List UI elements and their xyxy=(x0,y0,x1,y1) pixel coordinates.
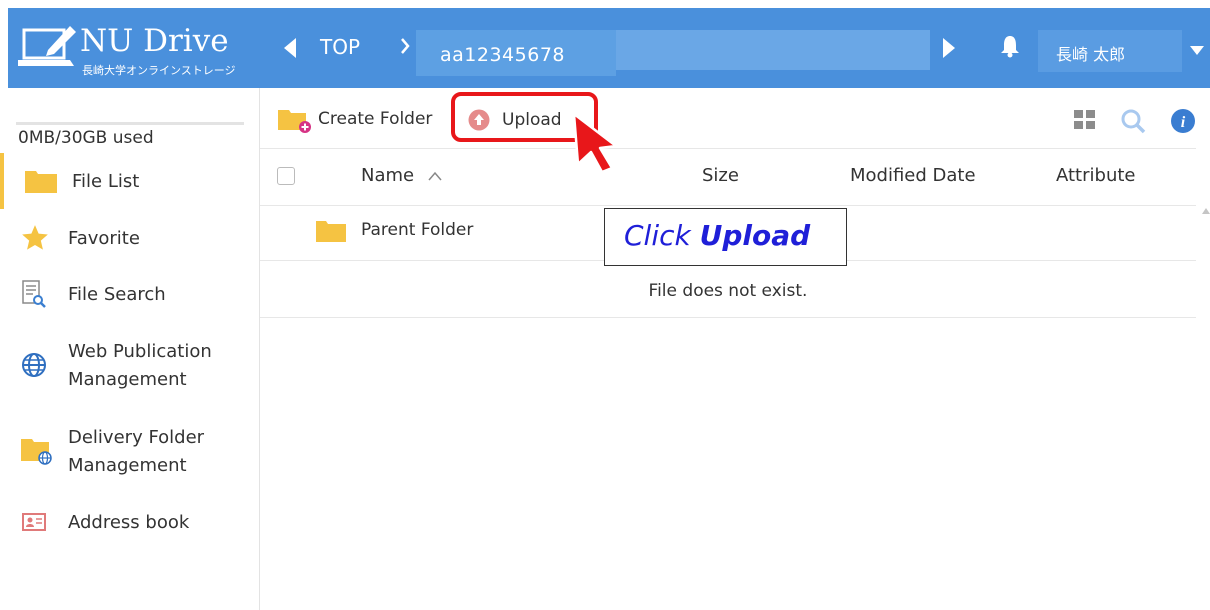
breadcrumb-current-text: aa12345678 xyxy=(440,44,565,66)
column-attribute[interactable]: Attribute xyxy=(1056,165,1135,186)
app-logo[interactable]: NU Drive 長崎大学オンラインストレージ xyxy=(8,8,264,88)
back-arrow-icon[interactable] xyxy=(284,38,296,58)
sidebar-item-label-line2: Management xyxy=(68,369,187,390)
sidebar-item-label-line1: Web Publication xyxy=(68,341,212,362)
logo-title: NU Drive xyxy=(80,23,229,59)
sidebar-item-label: Favorite xyxy=(68,227,140,249)
scroll-up-arrow-icon[interactable] xyxy=(1202,208,1210,214)
laptop-pen-icon xyxy=(18,26,76,66)
sidebar-item-web-publication[interactable]: Web Publication Management xyxy=(8,334,258,396)
column-name[interactable]: Name xyxy=(361,165,442,186)
user-menu-button[interactable]: 長崎 太郎 xyxy=(1038,30,1182,72)
forward-arrow-icon[interactable] xyxy=(943,38,955,58)
sidebar-item-delivery-folder[interactable]: Delivery Folder Management xyxy=(8,420,258,482)
sidebar-item-file-list[interactable]: File List xyxy=(0,153,262,209)
svg-text:i: i xyxy=(1181,114,1186,131)
address-book-icon xyxy=(22,513,46,531)
empty-state-row: File does not exist. xyxy=(260,261,1196,318)
create-folder-label: Create Folder xyxy=(318,109,433,129)
caret-down-icon[interactable] xyxy=(1190,46,1204,55)
sidebar-item-label-line1: Delivery Folder xyxy=(68,427,205,448)
chevron-right-icon xyxy=(401,38,410,54)
star-icon xyxy=(22,225,48,250)
globe-icon xyxy=(22,353,46,377)
create-folder-icon xyxy=(278,110,311,133)
select-all-checkbox[interactable] xyxy=(277,167,295,185)
breadcrumb-current[interactable]: aa12345678 xyxy=(416,30,616,76)
callout-text: Click Upload xyxy=(624,219,811,252)
column-modified-date[interactable]: Modified Date xyxy=(850,165,976,186)
pointer-arrow-icon xyxy=(572,112,618,174)
table-header: Name Size Modified Date Attribute xyxy=(260,148,1196,206)
empty-message: File does not exist. xyxy=(648,281,808,301)
column-size[interactable]: Size xyxy=(702,165,739,186)
sidebar-item-label: Address book xyxy=(68,511,190,533)
sidebar-item-label-line2: Management xyxy=(68,455,187,476)
parent-folder-label: Parent Folder xyxy=(361,220,474,240)
user-name: 長崎 太郎 xyxy=(1056,45,1126,64)
sidebar: 0MB/30GB used File List Favorite File Se… xyxy=(0,88,260,610)
sidebar-item-label: File Search xyxy=(68,283,166,305)
quota-text: 0MB/30GB used xyxy=(18,128,154,148)
folder-icon xyxy=(316,221,346,242)
breadcrumb-top[interactable]: TOP xyxy=(320,35,360,59)
quota-bar xyxy=(16,122,244,125)
search-icon[interactable] xyxy=(1120,108,1146,134)
bell-icon[interactable] xyxy=(1000,34,1020,58)
folder-icon xyxy=(25,171,57,193)
callout-emphasis: Upload xyxy=(699,219,811,252)
instruction-callout: Click Upload xyxy=(604,208,847,266)
app-header: NU Drive 長崎大学オンラインストレージ TOP aa12345678 長… xyxy=(8,8,1210,88)
sidebar-item-file-search[interactable]: File Search xyxy=(8,274,258,314)
toolbar: Create Folder Upload xyxy=(260,88,1210,148)
sidebar-item-favorite[interactable]: Favorite xyxy=(8,218,258,258)
delivery-folder-icon xyxy=(21,439,52,465)
breadcrumb-current-bar: aa12345678 xyxy=(416,30,930,76)
grid-view-icon[interactable] xyxy=(1074,110,1096,130)
sort-ascending-icon xyxy=(428,171,442,181)
logo-subtitle: 長崎大学オンラインストレージ xyxy=(82,64,236,77)
sidebar-item-address-book[interactable]: Address book xyxy=(8,502,258,542)
info-icon[interactable]: i xyxy=(1170,108,1196,134)
sidebar-item-label: File List xyxy=(72,170,140,192)
file-search-icon xyxy=(22,280,46,308)
create-folder-button[interactable]: Create Folder xyxy=(278,103,432,135)
